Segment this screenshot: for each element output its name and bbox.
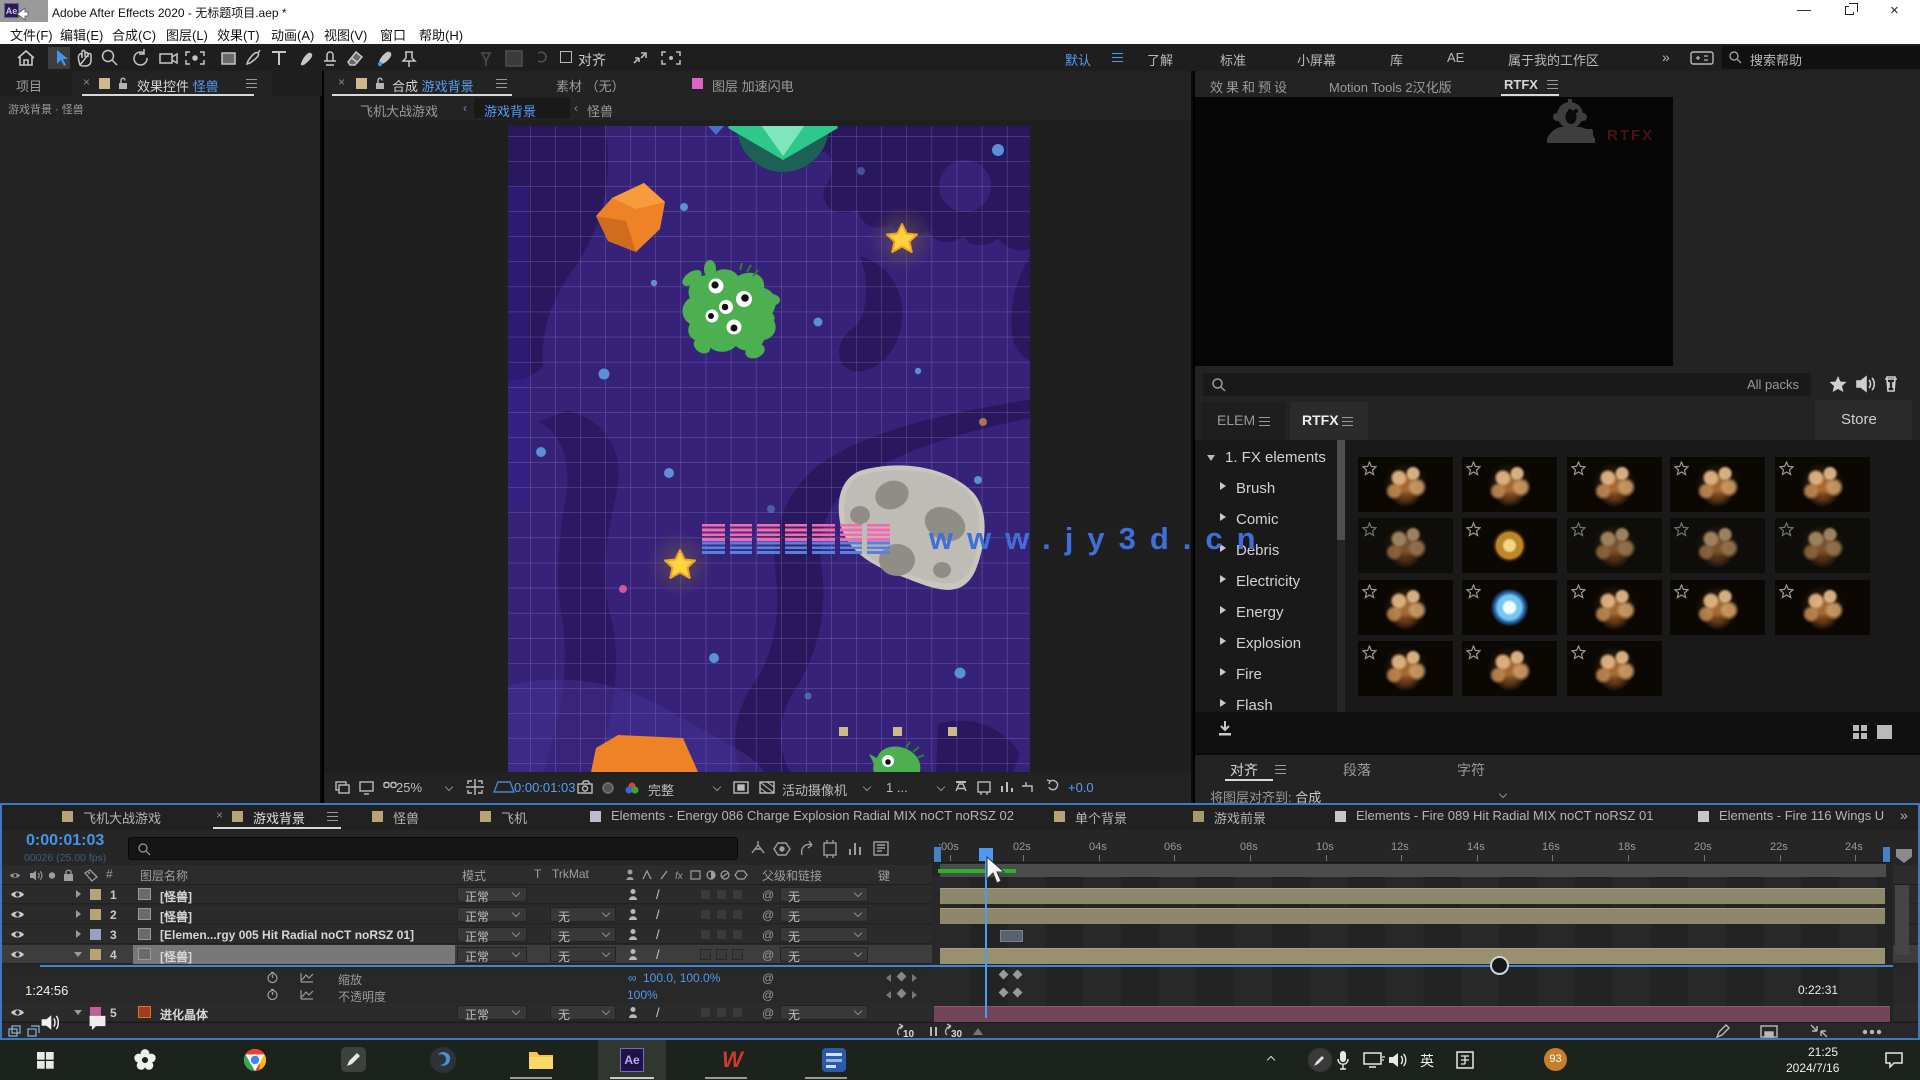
svg-text:fx: fx <box>675 871 684 882</box>
svg-text:10: 10 <box>903 1029 915 1040</box>
svg-text:30: 30 <box>951 1029 963 1040</box>
